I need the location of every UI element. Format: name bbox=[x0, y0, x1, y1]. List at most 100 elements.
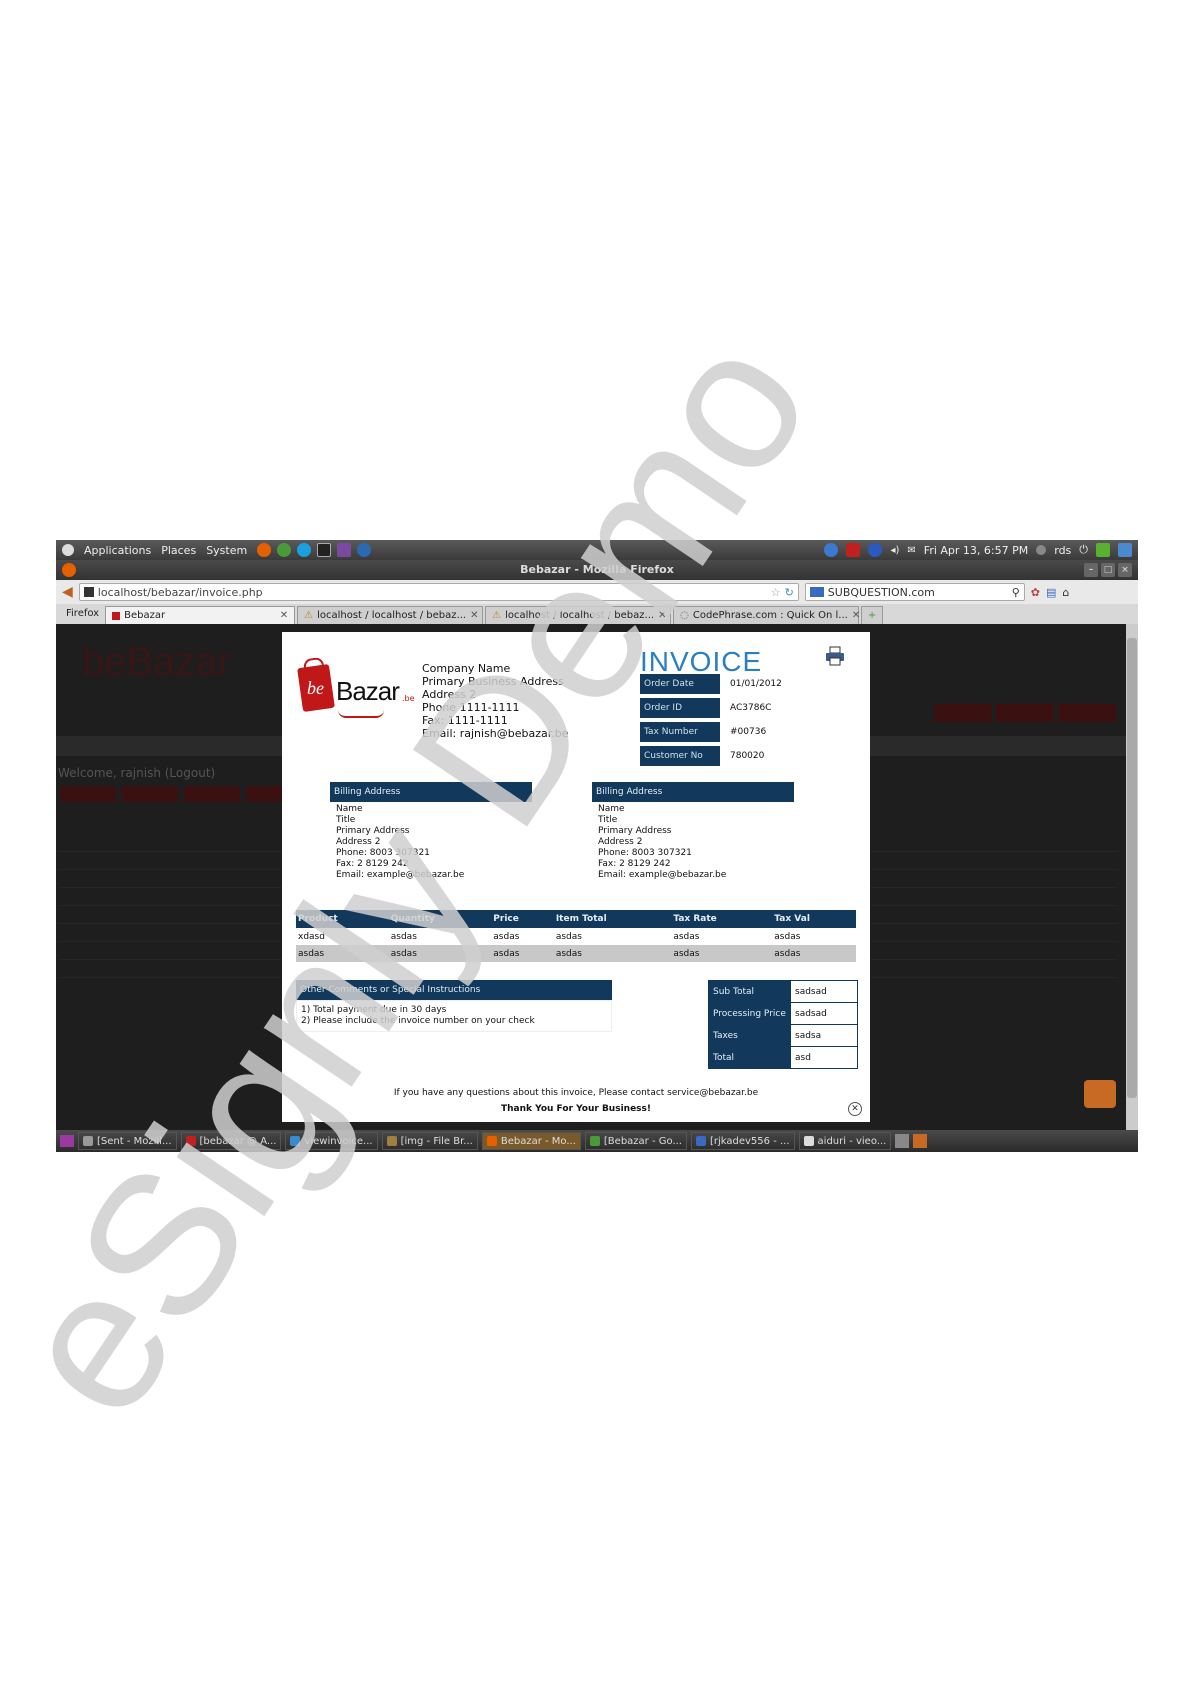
tab-codephrase[interactable]: ◌ CodePhrase.com : Quick On l... ✕ bbox=[673, 606, 860, 624]
display-icon[interactable] bbox=[1118, 543, 1132, 557]
taskbar-item[interactable]: [bebazar @ A... bbox=[180, 1132, 282, 1150]
editor-launcher-icon[interactable] bbox=[337, 543, 352, 557]
meta-value: AC3786C bbox=[730, 703, 772, 713]
pdf-icon[interactable] bbox=[846, 543, 861, 557]
background-nav-button bbox=[996, 704, 1054, 722]
background-welcome-text: Welcome, rajnish (Logout) bbox=[58, 766, 216, 780]
shipping-address-heading: Billing Address bbox=[592, 782, 794, 802]
menu-places[interactable]: Places bbox=[161, 544, 196, 557]
taskbar-item-active[interactable]: Bebazar - Mo... bbox=[481, 1132, 581, 1150]
modal-close-button[interactable]: ✕ bbox=[848, 1102, 862, 1116]
tab-close-icon[interactable]: ✕ bbox=[852, 610, 860, 621]
navigation-toolbar: ◀ localhost/bebazar/invoice.php ☆ ↻ SUBQ… bbox=[56, 580, 1138, 604]
background-button bbox=[122, 786, 178, 802]
taskbar-item[interactable]: [Sent - Mozill... bbox=[78, 1132, 177, 1150]
search-icon[interactable]: ⚲ bbox=[1012, 586, 1020, 599]
tab-bebazar[interactable]: Bebazar ✕ bbox=[105, 606, 296, 624]
show-desktop-icon[interactable] bbox=[60, 1135, 74, 1147]
scrollbar-thumb[interactable] bbox=[1127, 638, 1137, 1098]
search-bar[interactable]: SUBQUESTION.com ⚲ bbox=[804, 583, 1025, 601]
address-line: Email: example@bebazar.be bbox=[336, 870, 465, 880]
taskbar-label: Bebazar - Mo... bbox=[500, 1135, 576, 1147]
company-name: Company Name bbox=[422, 662, 511, 675]
taskbar-item[interactable]: [rjkadev556 - ... bbox=[690, 1132, 795, 1150]
workspace-switcher-icon[interactable] bbox=[895, 1134, 910, 1148]
home-icon[interactable]: ⌂ bbox=[1062, 586, 1069, 599]
network-icon[interactable] bbox=[824, 543, 839, 557]
table-cell: asdas bbox=[296, 945, 389, 962]
reload-icon[interactable]: ↻ bbox=[785, 586, 794, 599]
volume-icon[interactable]: ◂) bbox=[890, 545, 899, 556]
desktop-screenshot: Applications Places System ◂) ✉ Fri Apr … bbox=[56, 540, 1138, 1152]
page-scrollbar[interactable] bbox=[1126, 624, 1138, 1130]
tab-favicon-icon: ⚠ bbox=[492, 610, 502, 621]
table-cell: asdas bbox=[493, 931, 520, 942]
tab-close-icon[interactable]: ✕ bbox=[470, 610, 478, 621]
new-tab-button[interactable]: + bbox=[861, 606, 884, 624]
search-engine-icon[interactable] bbox=[809, 587, 824, 597]
addon-icon[interactable]: ✿ bbox=[1031, 586, 1040, 599]
billing-address-heading: Billing Address bbox=[330, 782, 532, 802]
trash-icon[interactable] bbox=[913, 1134, 928, 1148]
table-cell: asdas bbox=[491, 945, 554, 962]
totals-label: Total bbox=[708, 1046, 791, 1069]
totals-label: Processing Price bbox=[708, 1002, 791, 1025]
document-icon bbox=[803, 1136, 814, 1146]
updates-icon[interactable] bbox=[1096, 543, 1110, 557]
window-titlebar: Bebazar - Mozilla Firefox – □ × bbox=[56, 560, 1138, 580]
billing-address: Name Title Primary Address Address 2 Pho… bbox=[336, 804, 464, 881]
company-info: Company Name Primary Business Address Ad… bbox=[422, 662, 569, 740]
bookmarks-menu-icon[interactable]: ▤ bbox=[1046, 586, 1056, 599]
address-line: Phone: 8003 307321 bbox=[598, 848, 692, 858]
print-icon[interactable] bbox=[824, 646, 846, 666]
taskbar-item[interactable]: [img - File Br... bbox=[381, 1132, 478, 1150]
taskbar-item[interactable]: aiduri - vieo... bbox=[798, 1132, 892, 1150]
tab-favicon-icon: ◌ bbox=[680, 610, 689, 621]
company-address-2: Address 2 bbox=[422, 688, 477, 701]
table-cell: asdas bbox=[390, 931, 417, 942]
firefox-launcher-icon[interactable] bbox=[257, 543, 272, 557]
window-title: Bebazar - Mozilla Firefox bbox=[520, 563, 674, 576]
power-icon[interactable]: ⏻ bbox=[1079, 543, 1088, 557]
menu-system[interactable]: System bbox=[206, 544, 247, 557]
window-icon bbox=[83, 1136, 93, 1146]
panel-user[interactable]: rds bbox=[1054, 544, 1071, 557]
tab-close-icon[interactable]: ✕ bbox=[658, 610, 666, 621]
firefox-menu-button[interactable]: Firefox bbox=[60, 604, 105, 624]
meta-order-id: Order ID AC3786C bbox=[640, 698, 771, 718]
help-icon[interactable] bbox=[868, 543, 883, 557]
url-bar[interactable]: localhost/bebazar/invoice.php ☆ ↻ bbox=[78, 583, 799, 601]
background-nav-button bbox=[1058, 704, 1116, 722]
company-phone: Phone 1111-1111 bbox=[422, 701, 520, 714]
comments-heading: Other Comments or Special Instructions bbox=[296, 980, 612, 1000]
taskbar-item[interactable]: [Bebazar - Go... bbox=[584, 1132, 687, 1150]
taskbar-item[interactable]: viewinvoice... bbox=[285, 1132, 378, 1150]
back-arrow-icon[interactable]: ◀ bbox=[62, 584, 73, 600]
tab-phpmyadmin-2[interactable]: ⚠ localhost / localhost / bebaz... ✕ bbox=[485, 606, 672, 624]
close-window-button[interactable]: × bbox=[1118, 563, 1132, 577]
totals-table: Sub Total sadsad Processing Price sadsad… bbox=[708, 980, 858, 1069]
address-line: Fax: 2 8129 242 bbox=[598, 859, 671, 869]
meta-tax-number: Tax Number #00736 bbox=[640, 722, 766, 742]
product-table-header: Product Quantity Price Item Total Tax Ra… bbox=[296, 910, 856, 928]
mail-icon[interactable]: ✉ bbox=[907, 545, 915, 556]
chrome-launcher-icon[interactable] bbox=[277, 543, 292, 557]
totals-label: Taxes bbox=[708, 1024, 791, 1047]
bookmark-star-icon[interactable]: ☆ bbox=[771, 586, 781, 599]
tab-phpmyadmin-1[interactable]: ⚠ localhost / localhost / bebaz... ✕ bbox=[297, 606, 484, 624]
column-header: Price bbox=[491, 910, 554, 928]
site-identity-icon[interactable] bbox=[83, 587, 94, 597]
clock-widget-icon[interactable] bbox=[1084, 1080, 1116, 1108]
maximize-button[interactable]: □ bbox=[1101, 563, 1115, 577]
url-text[interactable]: localhost/bebazar/invoice.php bbox=[98, 586, 263, 599]
totals-value: sadsad bbox=[790, 980, 858, 1003]
minimize-button[interactable]: – bbox=[1084, 563, 1098, 577]
skype-launcher-icon[interactable] bbox=[297, 543, 312, 557]
panel-clock[interactable]: Fri Apr 13, 6:57 PM bbox=[924, 544, 1028, 557]
tab-favicon-icon bbox=[112, 611, 121, 620]
terminal-launcher-icon[interactable] bbox=[317, 543, 332, 557]
menu-applications[interactable]: Applications bbox=[84, 544, 151, 557]
meta-label: Customer No bbox=[640, 746, 720, 766]
network-launcher-icon[interactable] bbox=[357, 543, 372, 557]
tab-close-icon[interactable]: ✕ bbox=[280, 610, 288, 621]
